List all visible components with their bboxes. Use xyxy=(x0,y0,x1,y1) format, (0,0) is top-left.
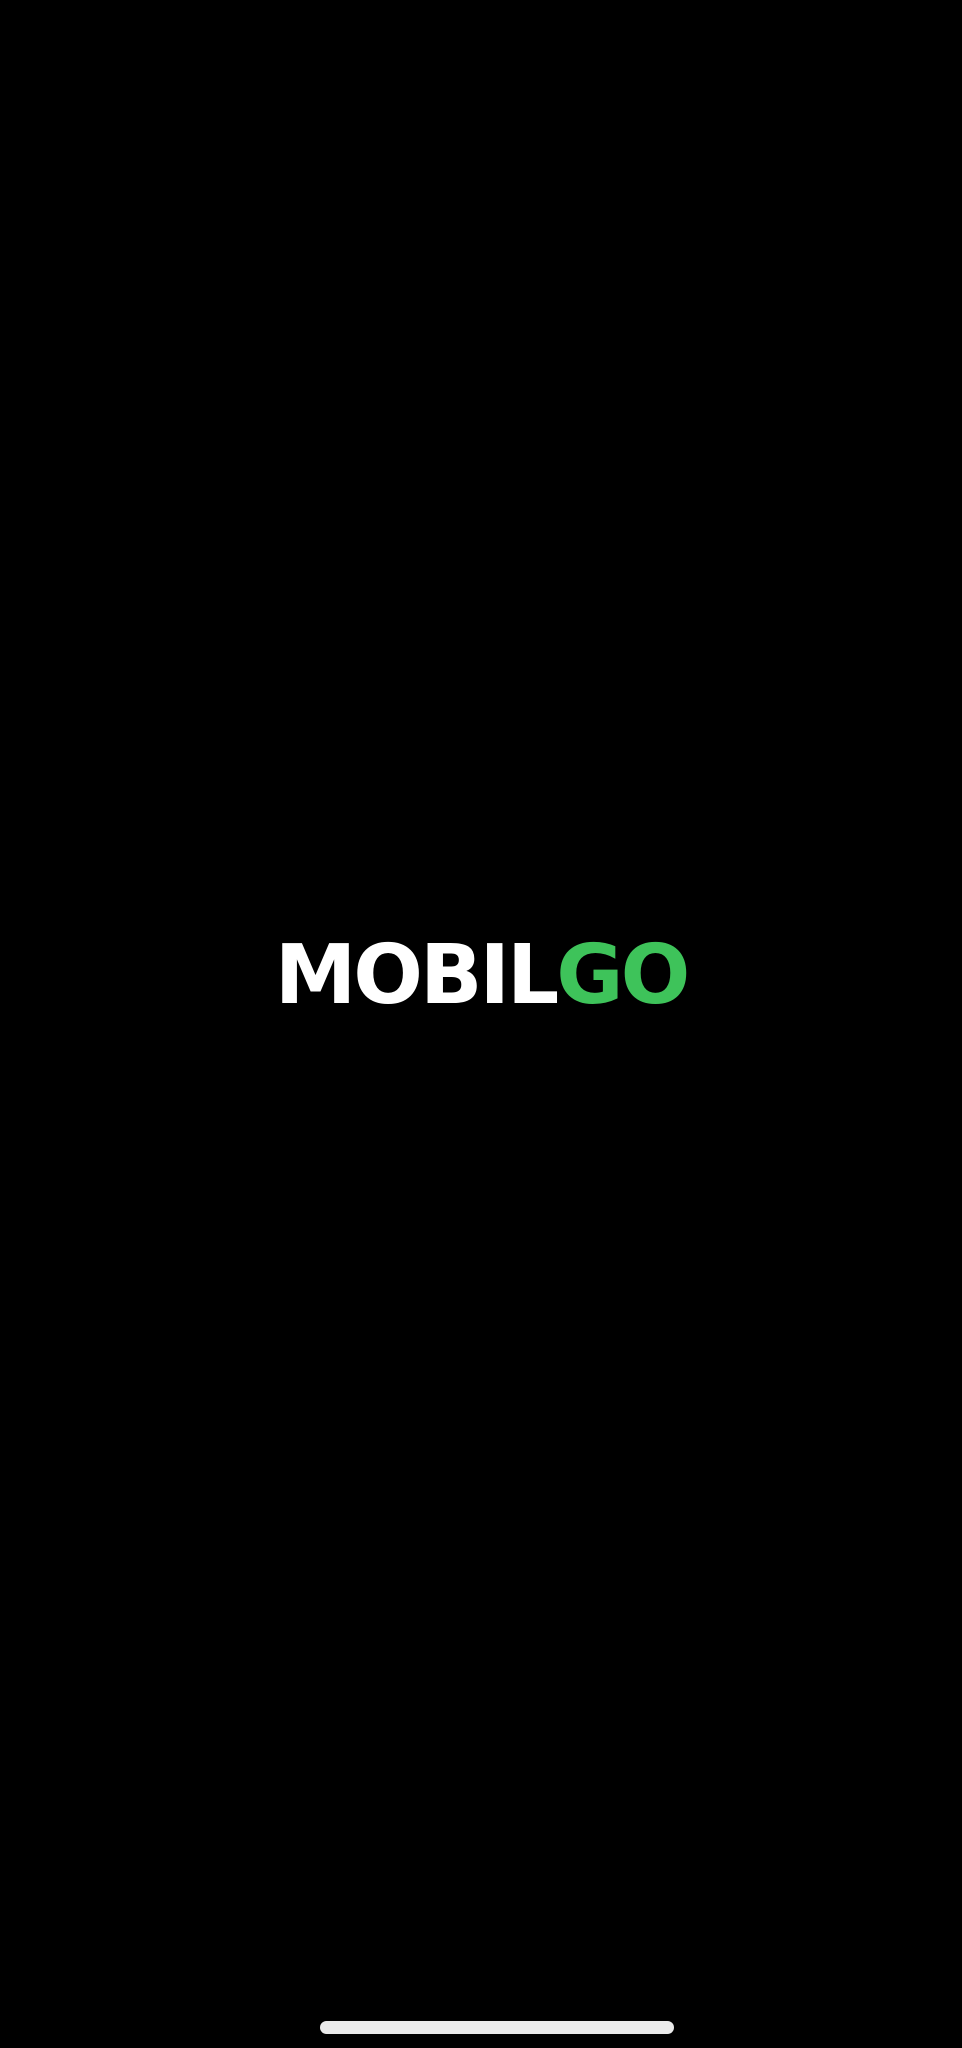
app-logo: MOBIL GO xyxy=(0,928,962,1023)
logo-text-go: GO xyxy=(556,928,690,1023)
splash-screen: MOBIL GO xyxy=(0,0,962,2048)
logo-text-mobil: MOBIL xyxy=(274,928,560,1023)
home-indicator[interactable] xyxy=(320,2021,674,2034)
